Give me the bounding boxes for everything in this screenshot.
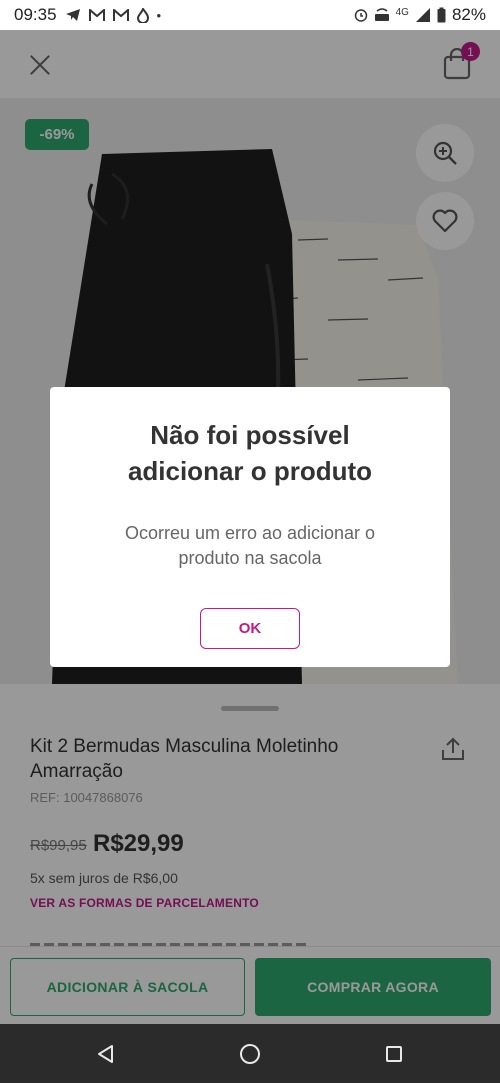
ok-button[interactable]: OK [200, 608, 300, 649]
battery-level: 82% [451, 5, 486, 24]
dialog-message: Ocorreu um erro ao adicionar o produto n… [50, 521, 450, 571]
system-nav-bar [0, 1024, 500, 1083]
dialog-message-line-2: produto na sacola [178, 548, 322, 568]
dialog-title-line-2: adicionar o produto [127, 456, 373, 486]
status-bar: 09:35 • 4G 82% [0, 0, 500, 30]
network-type: 4G [395, 6, 409, 18]
gmail-icon-2 [112, 8, 129, 21]
signal-icon [415, 8, 430, 22]
telegram-icon [65, 9, 80, 21]
dialog-title-line-1: Não foi possível [150, 420, 350, 450]
dot-icon: • [156, 7, 162, 23]
dialog-message-line-1: Ocorreu um erro ao adicionar o [124, 523, 376, 543]
fire-icon [136, 7, 149, 23]
alarm-icon [354, 9, 367, 22]
volte-icon [374, 8, 389, 21]
nav-recent-icon[interactable] [386, 1046, 402, 1062]
battery-icon [437, 7, 446, 23]
nav-back-icon[interactable] [96, 1044, 114, 1064]
dialog-title: Não foi possível adicionar o produto [50, 417, 450, 489]
nav-home-icon[interactable] [240, 1044, 260, 1064]
error-dialog: Não foi possível adicionar o produto Oco… [50, 387, 450, 667]
gmail-icon [88, 8, 105, 21]
status-time: 09:35 [14, 5, 57, 24]
